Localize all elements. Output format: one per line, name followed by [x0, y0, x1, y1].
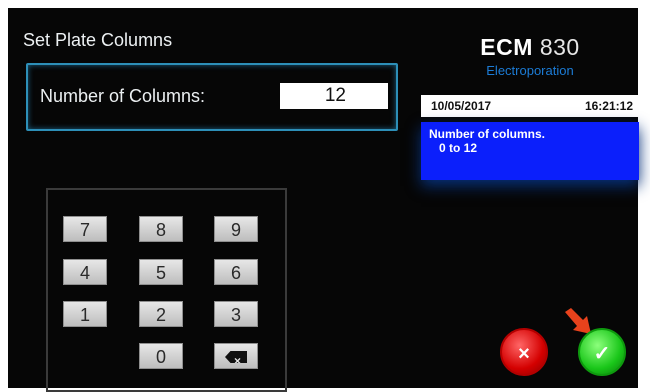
backspace-icon: ×: [225, 351, 247, 363]
numeric-keypad: 7 8 9 4 5 6 1 2 3 0 ×: [46, 188, 287, 392]
brand-subtitle: Electroporation: [486, 63, 574, 78]
device-screen: Set Plate Columns Number of Columns: 12 …: [8, 8, 639, 392]
backspace-key[interactable]: ×: [214, 343, 258, 369]
datetime-bar: 10/05/2017 16:21:12: [421, 95, 639, 117]
time-display: 16:21:12: [584, 99, 633, 113]
brand-logo: ECM 830 Electroporation: [474, 34, 586, 78]
help-line-1: Number of columns.: [429, 127, 546, 141]
key-8[interactable]: 8: [139, 216, 183, 242]
columns-label: Number of Columns:: [40, 86, 206, 106]
key-5[interactable]: 5: [139, 259, 183, 285]
key-2[interactable]: 2: [139, 301, 183, 327]
key-6[interactable]: 6: [214, 259, 258, 285]
key-9[interactable]: 9: [214, 216, 258, 242]
columns-value-input[interactable]: 12: [280, 83, 388, 109]
help-line-2: 0 to 12: [439, 141, 478, 155]
date-display: 10/05/2017: [431, 99, 492, 113]
page-title: Set Plate Columns: [23, 30, 173, 50]
key-4[interactable]: 4: [63, 259, 107, 285]
brand-name: ECM: [480, 34, 533, 60]
key-1[interactable]: 1: [63, 301, 107, 327]
brand-model: 830: [539, 34, 580, 60]
help-panel: Number of columns. 0 to 12: [421, 122, 639, 180]
cancel-button[interactable]: ×: [500, 328, 548, 376]
columns-field: Number of Columns: 12: [26, 63, 398, 131]
key-3[interactable]: 3: [214, 301, 258, 327]
key-0[interactable]: 0: [139, 343, 183, 369]
key-7[interactable]: 7: [63, 216, 107, 242]
confirm-button[interactable]: ✓: [578, 328, 626, 376]
